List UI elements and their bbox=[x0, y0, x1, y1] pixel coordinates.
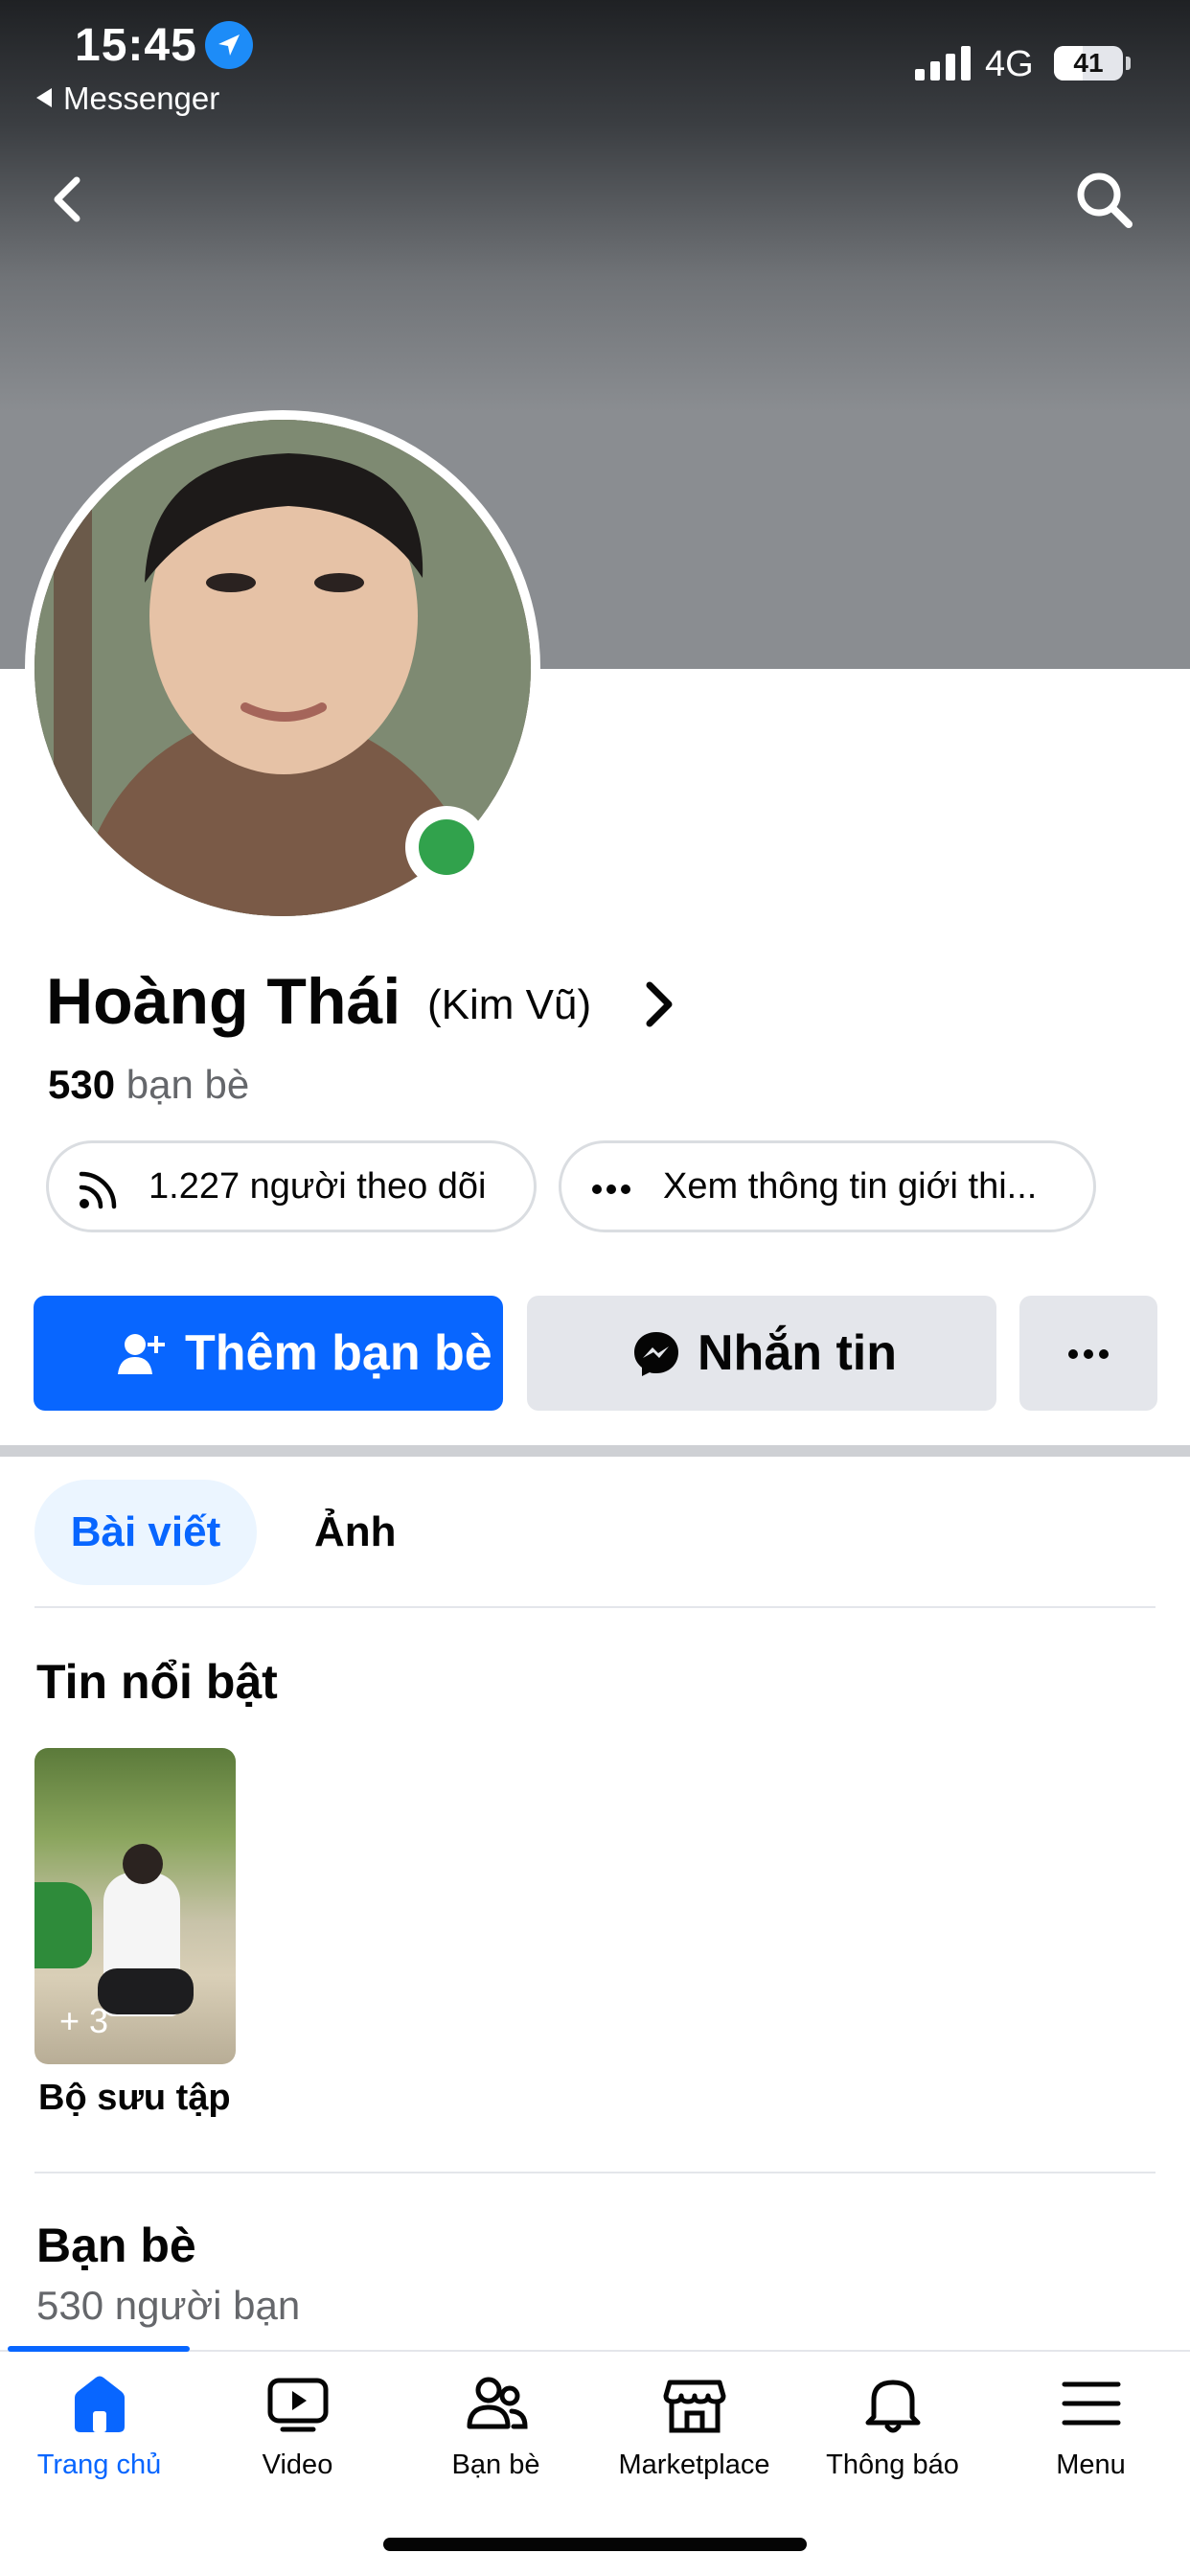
tab-photos[interactable]: Ảnh bbox=[314, 1480, 397, 1585]
add-friend-icon bbox=[118, 1334, 165, 1374]
message-label: Nhắn tin bbox=[698, 1325, 897, 1381]
location-arrow-icon bbox=[205, 21, 253, 69]
nav-notifications[interactable]: Thông báo bbox=[793, 2352, 992, 2505]
battery-icon: 41 bbox=[1054, 46, 1123, 80]
about-label: Xem thông tin giới thi... bbox=[663, 1166, 1038, 1207]
home-indicator[interactable] bbox=[383, 2538, 807, 2551]
nav-friends-label: Bạn bè bbox=[451, 2450, 540, 2480]
add-friend-label: Thêm bạn bè bbox=[185, 1325, 492, 1381]
more-dots-icon bbox=[592, 1184, 630, 1194]
friends-icon bbox=[467, 2377, 528, 2429]
section-separator bbox=[0, 1445, 1190, 1457]
more-options-button[interactable] bbox=[1019, 1296, 1157, 1411]
search-button[interactable] bbox=[1073, 169, 1136, 232]
highlight-count: + 3 bbox=[59, 2001, 109, 2040]
video-icon bbox=[267, 2378, 329, 2432]
nav-menu[interactable]: Menu bbox=[992, 2352, 1190, 2505]
nav-video[interactable]: Video bbox=[198, 2352, 397, 2505]
menu-icon bbox=[1062, 2381, 1121, 2426]
messenger-icon bbox=[634, 1332, 678, 1376]
back-app-label: Messenger bbox=[63, 80, 220, 116]
signal-icon bbox=[915, 46, 971, 80]
nav-menu-label: Menu bbox=[1056, 2450, 1126, 2480]
chevron-right-icon bbox=[646, 981, 673, 1027]
home-icon bbox=[75, 2376, 125, 2432]
highlight-card[interactable]: + 3 bbox=[34, 1748, 236, 2064]
tab-posts[interactable]: Bài viết bbox=[34, 1480, 257, 1585]
nav-marketplace-label: Marketplace bbox=[618, 2450, 770, 2480]
nav-notifications-label: Thông báo bbox=[826, 2450, 959, 2480]
highlights-title: Tin nổi bật bbox=[36, 1655, 278, 1709]
about-pill[interactable]: Xem thông tin giới thi... bbox=[559, 1140, 1096, 1232]
name-chevron-button[interactable] bbox=[640, 979, 678, 1029]
profile-name[interactable]: Hoàng Thái bbox=[46, 964, 400, 1039]
rss-icon bbox=[79, 1171, 117, 1209]
marketplace-icon bbox=[663, 2380, 726, 2433]
status-bar: 15:45 Messenger 4G 41 bbox=[0, 0, 1190, 125]
back-to-app-link[interactable]: Messenger bbox=[36, 80, 219, 117]
add-friend-button[interactable]: Thêm bạn bè bbox=[34, 1296, 503, 1411]
nav-home-label: Trang chủ bbox=[36, 2450, 162, 2480]
chevron-left-icon bbox=[54, 176, 80, 222]
battery-level: 41 bbox=[1073, 48, 1104, 78]
friends-count[interactable]: 530 bạn bè bbox=[48, 1062, 249, 1108]
highlight-label: Bộ sưu tập bbox=[38, 2078, 231, 2118]
highlights-divider bbox=[34, 2172, 1156, 2174]
battery-tip bbox=[1126, 57, 1131, 70]
back-button[interactable] bbox=[42, 172, 96, 226]
nav-home[interactable]: Trang chủ bbox=[0, 2352, 198, 2505]
network-type: 4G bbox=[985, 44, 1034, 84]
followers-pill[interactable]: 1.227 người theo dõi bbox=[46, 1140, 537, 1232]
bell-icon bbox=[865, 2380, 921, 2433]
message-button[interactable]: Nhắn tin bbox=[527, 1296, 996, 1411]
active-tab-indicator bbox=[8, 2346, 190, 2352]
more-dots-icon bbox=[1068, 1349, 1109, 1359]
online-status-indicator bbox=[405, 806, 488, 888]
friends-count-number: 530 bbox=[48, 1062, 116, 1107]
friends-section-subtitle: 530 người bạn bbox=[36, 2283, 301, 2328]
status-time: 15:45 bbox=[75, 20, 197, 71]
alternate-name: (Kim Vũ) bbox=[427, 981, 592, 1028]
nav-marketplace[interactable]: Marketplace bbox=[595, 2352, 793, 2505]
tabs-divider bbox=[34, 1606, 1156, 1608]
followers-label: 1.227 người theo dõi bbox=[149, 1166, 487, 1207]
nav-video-label: Video bbox=[262, 2450, 333, 2480]
friends-section-title: Bạn bè bbox=[36, 2219, 196, 2272]
search-icon bbox=[1077, 172, 1133, 228]
friends-count-label: bạn bè bbox=[126, 1062, 250, 1107]
nav-friends[interactable]: Bạn bè bbox=[397, 2352, 595, 2505]
